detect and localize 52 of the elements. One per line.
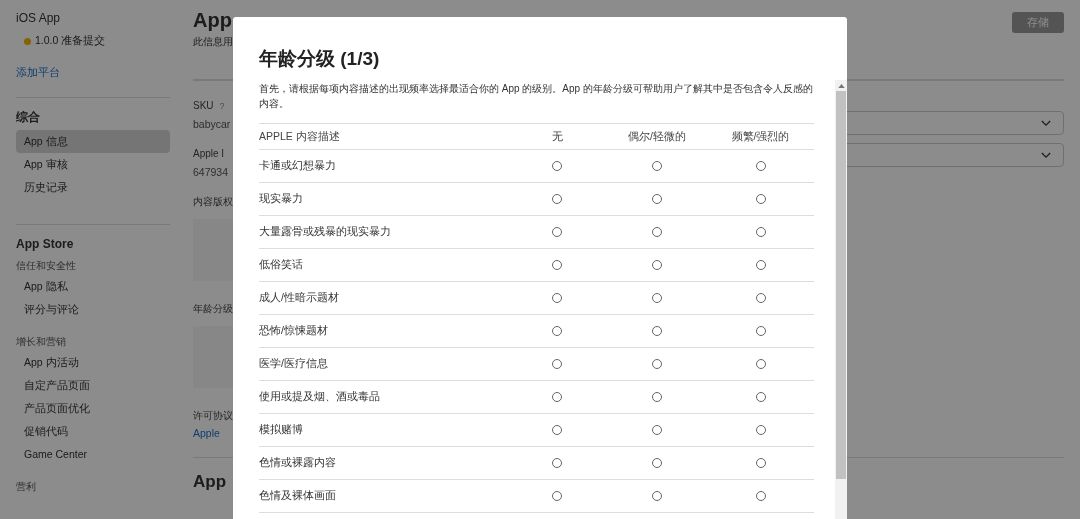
column-header: 频繁/强烈的 (731, 129, 790, 144)
table-cell: 大量露骨或残暴的现实暴力 (259, 225, 391, 239)
table-cell: 色情及裸体画面 (259, 489, 336, 503)
page-subtitle: 此信息用 (193, 35, 234, 49)
field-label: 年龄分级 (193, 301, 233, 316)
table-cell: 低俗笑话 (259, 258, 303, 272)
chevron-icon (1041, 151, 1051, 159)
section-title: App (193, 472, 228, 492)
field-label: SKU (193, 100, 214, 111)
page-title: App (193, 8, 232, 32)
table-cell: 成人/性暗示题材 (259, 291, 339, 305)
sidebar-subheading: 增长和营销 (16, 335, 67, 349)
field-label: 许可协议 (193, 408, 233, 423)
column-header: 偶尔/轻微的 (628, 129, 686, 144)
field-value: babycar (193, 118, 232, 130)
sidebar-item[interactable]: 促销代码 (16, 420, 170, 443)
sidebar-item[interactable]: App 隐私 (16, 275, 170, 298)
sidebar-heading: App Store (16, 236, 75, 253)
sidebar-heading: 综合 (16, 109, 41, 126)
table-cell: 使用或提及烟、酒或毒品 (259, 390, 380, 404)
sidebar-item[interactable]: 产品页面优化 (16, 397, 170, 420)
sidebar-item[interactable]: App 审核 (16, 153, 170, 176)
sidebar-item[interactable]: App 信息 (16, 130, 170, 153)
add-platform-link[interactable]: 添加平台 (16, 66, 60, 80)
table-cell: 色情或裸露内容 (259, 456, 336, 470)
sidebar-item[interactable]: Game Center (16, 443, 170, 466)
table-cell: 现实暴力 (259, 192, 303, 206)
modal-description: 首先，请根据每项内容描述的出现频率选择最适合你的 App 的级别。App 的年龄分级可帮助用户了解其中是否包含令人反感的内容。 (259, 82, 814, 111)
status-dot (24, 37, 31, 45)
table-cell: 医学/医疗信息 (259, 357, 328, 371)
field-label: Apple I (193, 148, 225, 159)
table-cell: 模拟赌博 (259, 423, 303, 437)
chevron-icon (1041, 119, 1051, 127)
modal-title: 年龄分级 (1/3) (259, 47, 381, 71)
sidebar-item[interactable]: 历史记录 (16, 176, 170, 199)
sidebar-item[interactable]: 自定产品页面 (16, 374, 170, 397)
field-value: 647934 (193, 166, 230, 178)
column-header: APPLE 内容描述 (259, 129, 340, 144)
sidebar-subheading: 信任和安全性 (16, 259, 77, 273)
help-icon[interactable]: ? (219, 100, 225, 111)
field-label: 内容版权 (193, 194, 233, 209)
scroll-up-icon[interactable] (837, 84, 845, 88)
column-header: 无 (551, 129, 563, 144)
scrollbar-thumb[interactable] (836, 91, 846, 479)
sidebar-subheading: 营利 (16, 480, 37, 494)
agreement-link[interactable]: Apple (193, 427, 220, 439)
version-status: 1.0.0 准备提交 (35, 34, 106, 48)
table-cell: 恐怖/惊悚题材 (259, 324, 328, 338)
app-title: iOS App (16, 10, 62, 27)
sidebar-item[interactable]: App 内活动 (16, 351, 170, 374)
table-cell: 卡通或幻想暴力 (259, 159, 336, 173)
sidebar-item[interactable]: 评分与评论 (16, 298, 170, 321)
